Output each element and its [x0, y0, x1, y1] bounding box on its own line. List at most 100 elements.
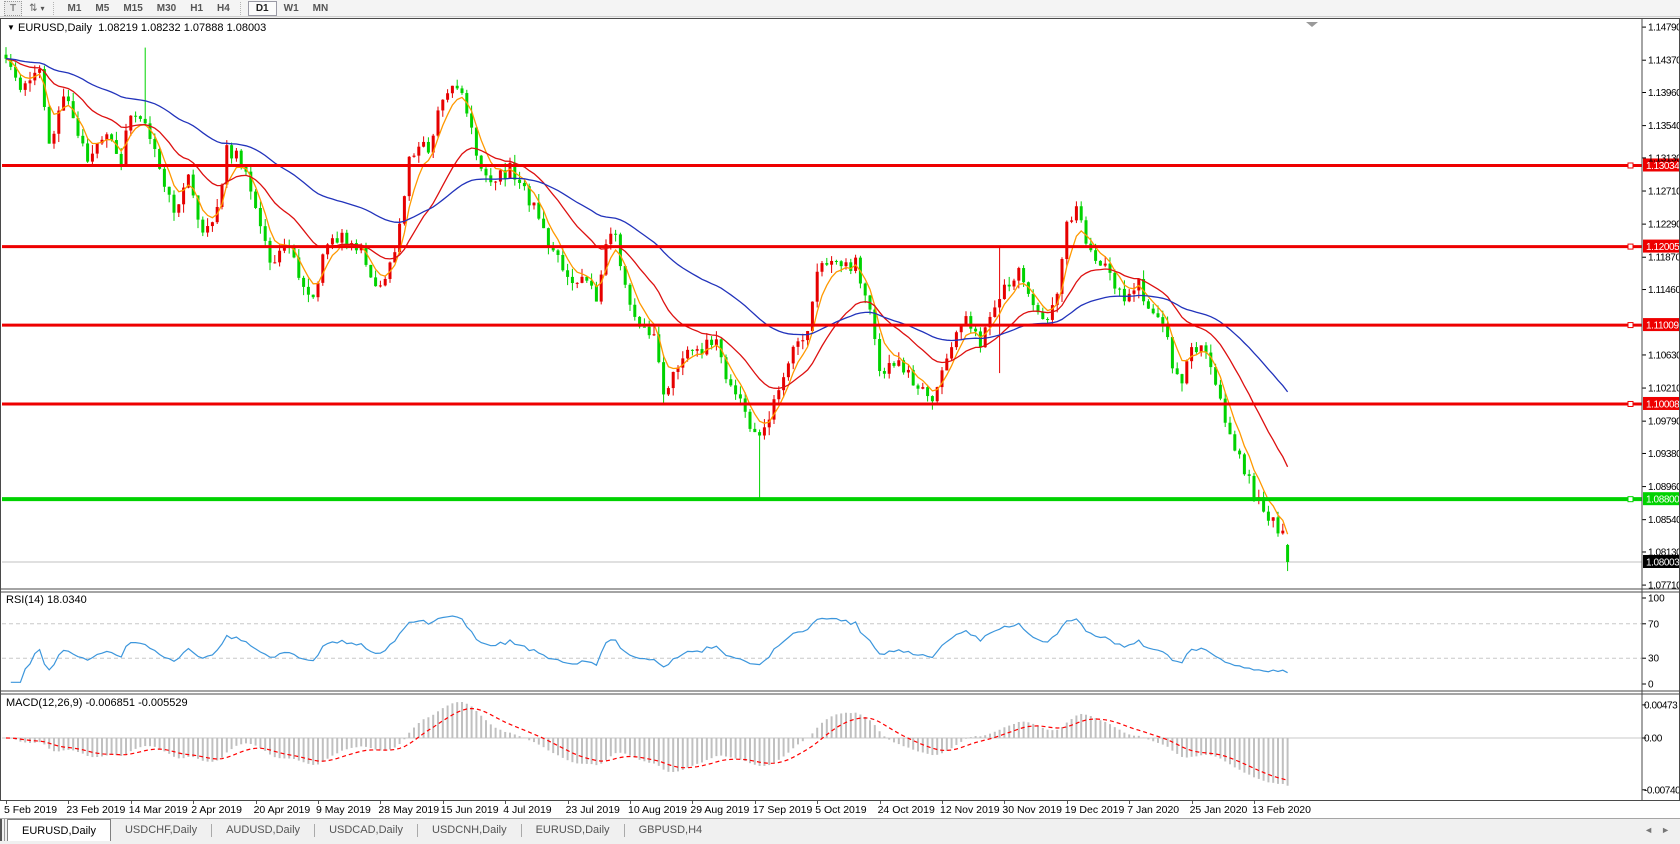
- candle-body: [715, 339, 718, 345]
- candle-body: [566, 270, 569, 277]
- candle-body: [1224, 399, 1227, 423]
- tab-scroll-left-button[interactable]: ◄: [1644, 825, 1653, 835]
- candle-body: [441, 100, 444, 111]
- timeframe-button-d1[interactable]: D1: [248, 1, 277, 16]
- chart-tab-1[interactable]: USDCHF,Daily: [111, 819, 211, 841]
- candle-body: [456, 86, 459, 89]
- candle-body: [417, 147, 420, 156]
- candle-body: [537, 203, 540, 219]
- candle-body: [1003, 285, 1006, 299]
- chart-tab-5[interactable]: EURUSD,Daily: [522, 819, 624, 841]
- candle-body: [1113, 273, 1116, 289]
- candle-body: [451, 86, 454, 93]
- candle-body: [1281, 531, 1284, 534]
- candle-body: [619, 234, 622, 266]
- candle-body: [86, 143, 89, 161]
- candle-body: [273, 262, 276, 263]
- text-tool-button[interactable]: T: [4, 1, 22, 16]
- candle-body: [576, 283, 579, 284]
- candle-body: [825, 263, 828, 265]
- candle-body: [931, 396, 934, 401]
- candle-body: [485, 169, 488, 176]
- candle-body: [1161, 317, 1164, 324]
- price-tick-label: 1.08540: [1648, 515, 1680, 526]
- candle-body: [969, 316, 972, 329]
- chart-tab-3[interactable]: USDCAD,Daily: [315, 819, 417, 841]
- candle-body: [533, 203, 536, 206]
- chart-tab-4[interactable]: USDCNH,Daily: [418, 819, 521, 841]
- hline-handle[interactable]: [1628, 401, 1633, 406]
- candle-body: [696, 349, 699, 351]
- candle-body: [552, 248, 555, 251]
- timeframe-button-h1[interactable]: H1: [183, 1, 210, 16]
- shift-marker-icon[interactable]: [1306, 22, 1318, 27]
- candle-body: [581, 277, 584, 283]
- candle-body: [1195, 347, 1198, 352]
- candle-body: [29, 80, 32, 83]
- candle-body: [542, 219, 545, 228]
- date-label: 7 Jan 2020: [1127, 804, 1179, 816]
- price-tick-label: 1.09380: [1648, 449, 1680, 460]
- price-tick-label: 1.11870: [1648, 253, 1680, 264]
- candle-body: [1243, 454, 1246, 474]
- candle-body: [235, 151, 238, 159]
- date-label: 14 Mar 2019: [129, 804, 188, 816]
- tab-scroll-arrows: ◄ ►: [1634, 819, 1680, 841]
- price-tick-label: 1.10210: [1648, 384, 1680, 395]
- candle-body: [840, 261, 843, 266]
- rsi-line: [11, 616, 1288, 682]
- candle-body: [1267, 512, 1270, 521]
- chart-tab-6[interactable]: GBPUSD,H4: [625, 819, 717, 841]
- candle-body: [1157, 313, 1160, 317]
- candle-body: [211, 222, 214, 226]
- price-tick-label: 1.07710: [1648, 581, 1680, 592]
- timeframe-button-m30[interactable]: M30: [150, 1, 183, 16]
- candle-body: [278, 251, 281, 263]
- chart-tab-0[interactable]: EURUSD,Daily: [7, 819, 111, 841]
- candle-body: [1085, 220, 1088, 243]
- double-arrow-button[interactable]: ⇅ ▾: [24, 1, 49, 16]
- timeframe-button-m1[interactable]: M1: [61, 1, 89, 16]
- hline-handle[interactable]: [1628, 163, 1633, 168]
- macd-histogram: [6, 702, 1288, 786]
- candle-body: [413, 156, 416, 157]
- candle-body: [1046, 319, 1049, 320]
- candle-body: [168, 187, 171, 195]
- timeframe-button-w1[interactable]: W1: [277, 1, 306, 16]
- timeframe-button-h4[interactable]: H4: [210, 1, 237, 16]
- timeframe-button-m15[interactable]: M15: [116, 1, 149, 16]
- hline-handle[interactable]: [1628, 497, 1633, 502]
- toolbar-separator: [53, 2, 58, 15]
- date-label: 19 Dec 2019: [1065, 804, 1125, 816]
- candle-body: [1185, 361, 1188, 383]
- candle-body: [917, 385, 920, 388]
- timeframe-button-m5[interactable]: M5: [88, 1, 116, 16]
- date-label: 12 Nov 2019: [940, 804, 1000, 816]
- candle-body: [1219, 385, 1222, 399]
- date-label: 24 Oct 2019: [878, 804, 935, 816]
- timeframe-button-mn[interactable]: MN: [306, 1, 336, 16]
- hline-handle[interactable]: [1628, 244, 1633, 249]
- candle-body: [67, 96, 70, 101]
- candle-body: [888, 363, 891, 374]
- hline-handle[interactable]: [1628, 323, 1633, 328]
- date-label: 30 Nov 2019: [1002, 804, 1062, 816]
- candle-body: [336, 238, 339, 242]
- candle-body: [1065, 222, 1068, 259]
- candle-body: [950, 347, 953, 358]
- candle-body: [1181, 374, 1184, 383]
- macd-tick-label: 0.00473: [1644, 700, 1678, 711]
- price-tick-label: 1.09790: [1648, 417, 1680, 428]
- chart-tab-2[interactable]: AUDUSD,Daily: [212, 819, 314, 841]
- tab-scroll-right-button[interactable]: ►: [1661, 825, 1670, 835]
- hline-price-text: 1.08800: [1646, 495, 1680, 506]
- candle-body: [758, 432, 761, 435]
- candle-body: [53, 134, 56, 144]
- candle-body: [1272, 517, 1275, 520]
- candle-body: [177, 204, 180, 212]
- candle-body: [374, 277, 377, 286]
- candlesticks: [5, 47, 1290, 571]
- candle-body: [945, 359, 948, 371]
- candle-body: [129, 116, 132, 131]
- candle-body: [662, 362, 665, 394]
